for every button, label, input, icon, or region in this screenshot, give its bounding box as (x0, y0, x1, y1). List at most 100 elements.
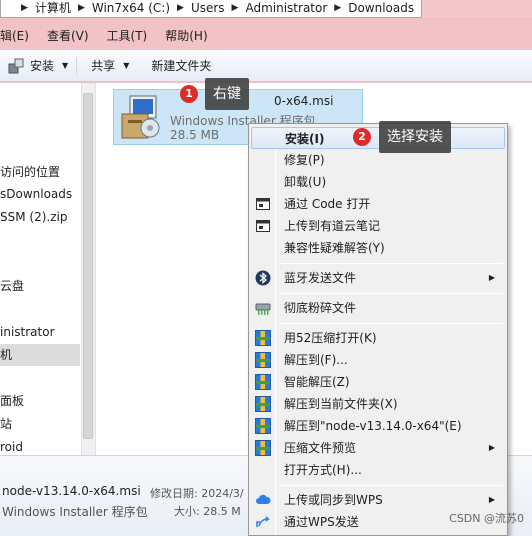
status-modified-date: 修改日期: 2024/3/ (150, 487, 244, 500)
chevron-right-icon: ▶ (488, 273, 495, 282)
archive-icon (255, 374, 271, 390)
menu-item-smart-extract[interactable]: 智能解压(Z) (251, 371, 505, 393)
msi-package-icon (121, 95, 160, 139)
menu-separator (279, 485, 503, 486)
menu-edit[interactable]: 编辑(E) (0, 27, 29, 44)
menu-item-extract-here-label: 解压到当前文件夹(X) (284, 397, 398, 411)
chevron-right-icon: ▶ (488, 495, 495, 504)
navigation-pane: 访问的位置 sDownloads SSM (2).zip 云盘 inistrat… (0, 83, 96, 455)
nav-item-administrator[interactable]: inistrator (0, 321, 55, 343)
install-icon (8, 58, 24, 73)
toolbar: 安装 ▼ 共享 ▼ 新建文件夹 (0, 50, 532, 82)
share-send-icon (256, 516, 270, 527)
archive-icon (255, 418, 271, 434)
nav-item-downloads[interactable]: sDownloads (0, 183, 72, 205)
bluetooth-icon (255, 270, 271, 286)
menu-item-shred-file-label: 彻底粉碎文件 (284, 301, 357, 315)
status-file-type: Windows Installer 程序包 (2, 505, 148, 519)
menu-separator (279, 323, 503, 324)
step-2-badge: 2 (353, 128, 371, 146)
chevron-right-icon: ▶ (231, 2, 239, 13)
menu-item-sync-wps[interactable]: 上传或同步到WPS ▶ (251, 489, 505, 511)
menu-help[interactable]: 帮助(H) (165, 27, 207, 44)
breadcrumb-administrator[interactable]: Administrator (245, 1, 327, 15)
share-label: 共享 (91, 59, 116, 73)
cloud-icon (256, 494, 271, 504)
chevron-right-icon: ▶ (177, 2, 184, 13)
nav-item-android[interactable]: roid (0, 436, 23, 455)
step-2-tooltip: 选择安装 (379, 121, 451, 153)
nav-item-ssm-zip[interactable]: SSM (2).zip (0, 206, 67, 228)
chevron-right-icon: ▶ (77, 2, 85, 13)
menu-item-compatibility-label: 兼容性疑难解答(Y) (284, 241, 385, 255)
menu-item-bluetooth-send[interactable]: 蓝牙发送文件 ▶ (251, 267, 505, 289)
menu-item-extract-to-folder-label: 解压到"node-v13.14.0-x64"(E) (284, 419, 462, 433)
menu-item-sync-wps-label: 上传或同步到WPS (284, 493, 383, 507)
menu-item-archive-preview-label: 压缩文件预览 (284, 441, 357, 455)
address-bar-area: ▶ 计算机 ▶ Win7x64 (C:) ▶ Users ▶ Administr… (0, 0, 532, 18)
window-icon (256, 198, 270, 210)
menu-item-extract-to-label: 解压到(F)... (284, 353, 348, 367)
archive-icon (255, 352, 271, 368)
menu-item-compatibility[interactable]: 兼容性疑难解答(Y) (251, 237, 505, 259)
file-size: 28.5 MB (170, 128, 220, 142)
breadcrumb-drive[interactable]: Win7x64 (C:) (92, 1, 170, 15)
nav-item-recent-places[interactable]: 访问的位置 (0, 161, 60, 183)
nav-item-computer[interactable]: 机 (0, 344, 80, 366)
archive-icon (255, 440, 271, 456)
chevron-right-icon: ▶ (488, 443, 495, 452)
nav-item-cloud-drive[interactable]: 云盘 (0, 275, 24, 297)
step-1-badge: 1 (180, 85, 198, 103)
nav-scrollbar[interactable] (81, 83, 95, 455)
menu-item-send-wps-label: 通过WPS发送 (284, 515, 359, 529)
menu-item-install[interactable]: 安装(I) (251, 127, 505, 149)
menu-separator (279, 293, 503, 294)
address-bar[interactable]: ▶ 计算机 ▶ Win7x64 (C:) ▶ Users ▶ Administr… (0, 0, 422, 18)
menu-view[interactable]: 查看(V) (47, 27, 89, 44)
breadcrumb-downloads[interactable]: Downloads (348, 1, 414, 15)
status-file-name: node-v13.14.0-x64.msi (2, 484, 141, 498)
menu-tools[interactable]: 工具(T) (107, 27, 148, 44)
menu-item-shred-file[interactable]: 彻底粉碎文件 (251, 297, 505, 319)
menu-item-open-with-code-label: 通过 Code 打开 (284, 197, 371, 211)
menu-separator (279, 263, 503, 264)
menu-item-open-52zip-label: 用52压缩打开(K) (284, 331, 377, 345)
watermark: CSDN @流苏0 (449, 512, 524, 525)
share-button[interactable]: 共享 ▼ (77, 54, 137, 78)
menu-item-extract-here[interactable]: 解压到当前文件夹(X) (251, 393, 505, 415)
nav-item-control-panel[interactable]: 面板 (0, 390, 24, 412)
chevron-down-icon: ▼ (62, 61, 69, 70)
menu-item-extract-to[interactable]: 解压到(F)... (251, 349, 505, 371)
context-menu: 安装(I) 修复(P) 卸载(U) 通过 Code 打开 上传到有道云笔记 兼容… (248, 123, 508, 536)
breadcrumb-users[interactable]: Users (191, 1, 225, 15)
menu-item-install-label: 安装(I) (285, 132, 325, 146)
menu-item-smart-extract-label: 智能解压(Z) (284, 375, 350, 389)
menu-item-open-with[interactable]: 打开方式(H)... (251, 459, 505, 481)
step-1-tooltip: 右键 (205, 78, 249, 110)
nav-scrollbar-thumb[interactable] (83, 93, 93, 439)
menu-item-repair[interactable]: 修复(P) (251, 149, 505, 171)
menu-item-archive-preview[interactable]: 压缩文件预览 ▶ (251, 437, 505, 459)
menu-item-uninstall[interactable]: 卸载(U) (251, 171, 505, 193)
window-icon (256, 220, 270, 232)
file-name: 0-x64.msi (274, 94, 334, 108)
nav-item-recycle-bin[interactable]: 站 (0, 413, 12, 435)
archive-icon (255, 396, 271, 412)
shredder-icon (255, 303, 271, 315)
chevron-right-icon: ▶ (334, 2, 342, 13)
menu-item-uninstall-label: 卸载(U) (284, 175, 327, 189)
menu-item-open-with-code[interactable]: 通过 Code 打开 (251, 193, 505, 215)
install-button[interactable]: 安装 ▼ (0, 54, 76, 78)
new-folder-button[interactable]: 新建文件夹 (137, 54, 219, 78)
install-label: 安装 (30, 59, 55, 73)
menu-item-extract-to-folder[interactable]: 解压到"node-v13.14.0-x64"(E) (251, 415, 505, 437)
breadcrumb-computer[interactable]: 计算机 (35, 0, 71, 16)
chevron-right-icon: ▶ (21, 2, 28, 13)
menu-item-upload-youdao[interactable]: 上传到有道云笔记 (251, 215, 505, 237)
menu-item-repair-label: 修复(P) (284, 153, 325, 167)
menu-item-open-52zip[interactable]: 用52压缩打开(K) (251, 327, 505, 349)
status-file-size: 大小: 28.5 M (174, 505, 241, 518)
new-folder-label: 新建文件夹 (151, 59, 212, 73)
menu-item-open-with-label: 打开方式(H)... (284, 463, 362, 477)
menu-item-upload-youdao-label: 上传到有道云笔记 (284, 219, 381, 233)
